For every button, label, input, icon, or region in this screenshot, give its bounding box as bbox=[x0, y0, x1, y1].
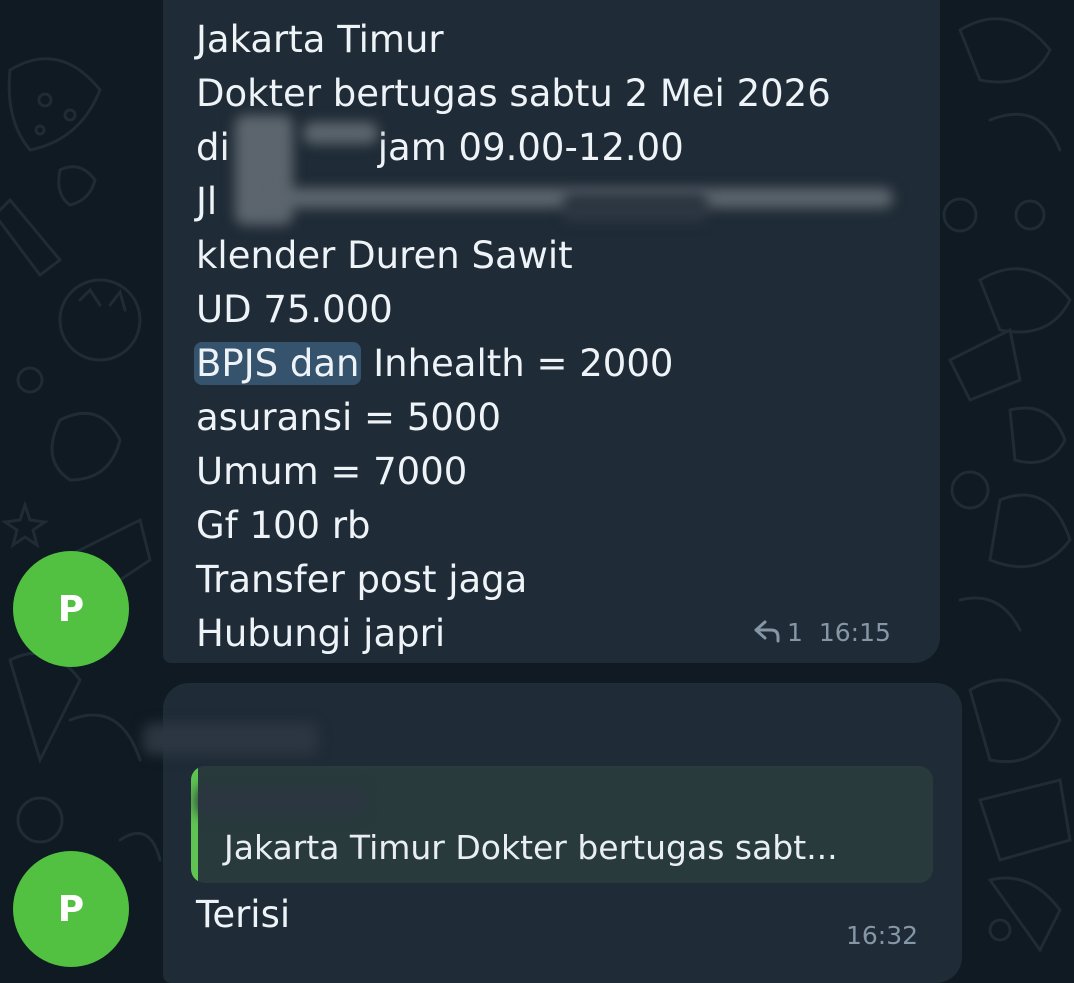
message-meta: 1 16:15 bbox=[753, 618, 891, 649]
reply-quote-bar bbox=[191, 766, 198, 883]
avatar[interactable]: P bbox=[13, 851, 129, 967]
message-line: klender Duren Sawit bbox=[196, 234, 573, 277]
message-line: asuransi = 5000 bbox=[196, 396, 501, 439]
redacted-sender-name bbox=[143, 723, 318, 755]
message-line: Transfer post jaga bbox=[196, 558, 528, 601]
redacted-quote-author bbox=[196, 786, 366, 816]
message-line: Hubungi japri bbox=[196, 612, 446, 655]
message-line-prefix: di bbox=[196, 126, 230, 169]
message-bubble[interactable]: Jakarta Timur Dokter bertugas sabt... Te… bbox=[143, 683, 962, 983]
message-text: Terisi bbox=[196, 893, 291, 936]
redacted-area bbox=[235, 115, 293, 225]
reply-arrow-icon[interactable] bbox=[753, 619, 781, 649]
reply-quote-text: Jakarta Timur Dokter bertugas sabt... bbox=[224, 828, 838, 867]
message-line: Umum = 7000 bbox=[196, 450, 468, 493]
message-line: Jakarta Timur bbox=[196, 18, 444, 61]
redacted-area bbox=[563, 192, 708, 222]
message-time: 16:32 bbox=[846, 921, 919, 950]
message-line: BPJS dan Inhealth = 2000 bbox=[194, 337, 831, 391]
reply-count[interactable]: 1 bbox=[787, 618, 803, 647]
message-line: Gf 100 rb bbox=[196, 504, 371, 547]
message-text: Jakarta Timur Dokter bertugas sabtu 2 Me… bbox=[194, 13, 831, 661]
message-time: 16:15 bbox=[818, 618, 891, 647]
search-highlight: BPJS dan bbox=[194, 342, 362, 385]
message-line: Dokter bertugas sabtu 2 Mei 2026 bbox=[196, 72, 831, 115]
redacted-area bbox=[303, 122, 378, 144]
message-line: UD 75.000 bbox=[196, 288, 393, 331]
reply-quote[interactable]: Jakarta Timur Dokter bertugas sabt... bbox=[191, 766, 933, 883]
message-line-rest: Inhealth = 2000 bbox=[361, 342, 674, 385]
message-line-suffix: jam 09.00-12.00 bbox=[377, 126, 684, 169]
message-bubble[interactable]: Jakarta Timur Dokter bertugas sabtu 2 Me… bbox=[163, 0, 940, 663]
avatar[interactable]: P bbox=[13, 551, 129, 667]
